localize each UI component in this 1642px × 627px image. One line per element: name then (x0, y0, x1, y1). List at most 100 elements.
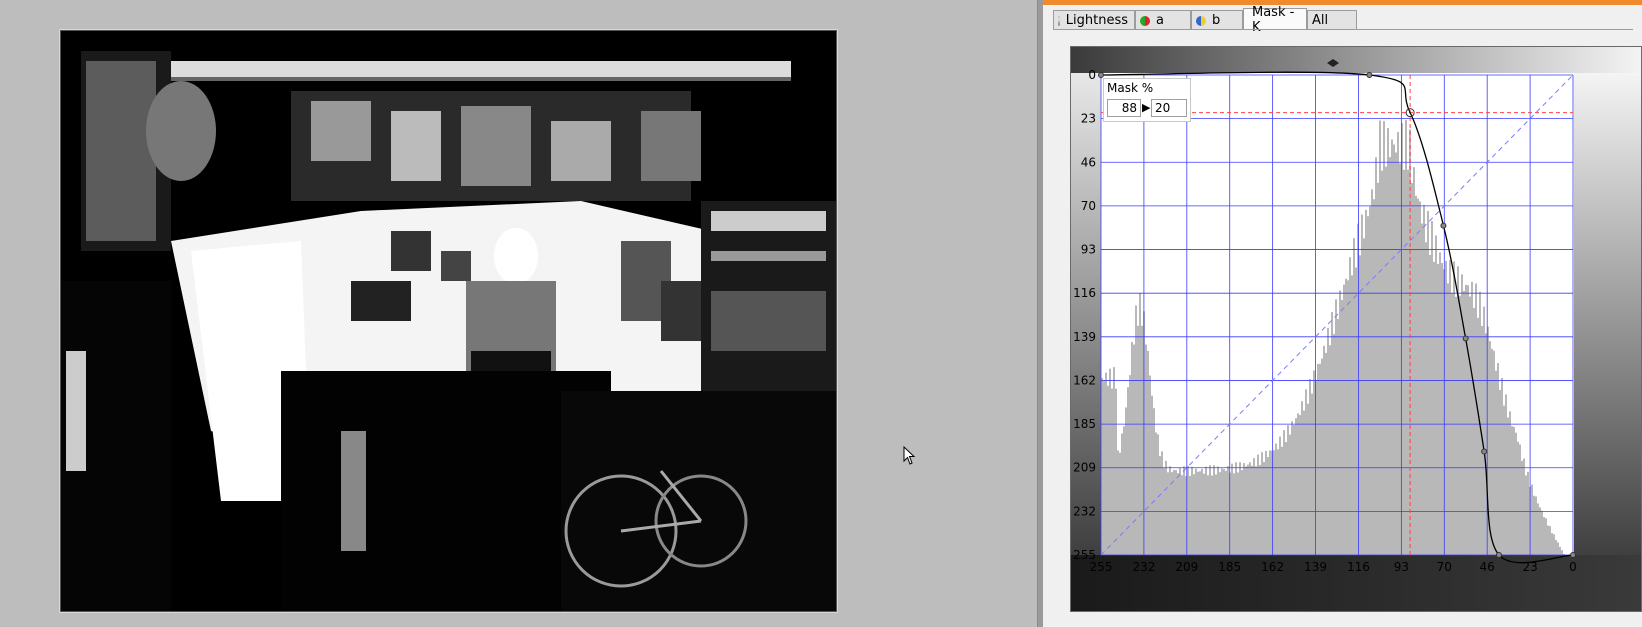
histogram-bar (1507, 417, 1509, 555)
histogram-bar (1181, 475, 1183, 555)
histogram-bar (1329, 345, 1331, 555)
histogram-bar (1551, 533, 1553, 555)
histogram-bar (1267, 457, 1269, 555)
a-channel-icon (1140, 15, 1150, 26)
mask-label: Mask % (1107, 81, 1154, 95)
histogram-bar (1553, 534, 1555, 555)
tab-label: Lightness (1065, 13, 1128, 28)
histogram-bar (1133, 344, 1135, 555)
histogram-bar (1381, 170, 1383, 555)
photo-preview[interactable] (60, 30, 837, 612)
histogram-bar (1321, 358, 1323, 555)
tab-lightness[interactable]: Lightness (1053, 10, 1135, 30)
histogram-bar (1305, 389, 1307, 555)
tab-label: All (1312, 13, 1329, 28)
histogram-bar (1225, 470, 1227, 555)
y-axis-label: 23 (1081, 112, 1096, 126)
y-axis-label: 185 (1073, 417, 1096, 431)
histogram-bar (1425, 242, 1427, 555)
histogram-bar (1213, 465, 1215, 555)
histogram-bar (1467, 285, 1469, 555)
histogram-bar (1199, 471, 1201, 555)
histogram-bar (1403, 169, 1405, 555)
histogram-bar (1345, 278, 1347, 555)
histogram-bar (1313, 370, 1315, 555)
histogram-bar (1347, 280, 1349, 555)
tab-a[interactable]: a (1135, 10, 1191, 30)
image-viewer (0, 0, 1037, 627)
histogram-bar (1317, 363, 1319, 555)
curve-point[interactable] (1440, 222, 1447, 229)
histogram-bar (1175, 470, 1177, 555)
mask-output-field[interactable]: 20 (1151, 99, 1187, 117)
histogram-bar (1417, 198, 1419, 555)
histogram-bar (1307, 403, 1309, 555)
histogram-bar (1231, 463, 1233, 555)
histogram-bar (1279, 436, 1281, 555)
histogram-bar (1559, 546, 1561, 555)
histogram-bar (1245, 466, 1247, 555)
mask-readout: Mask % 88 ▶ 20 (1103, 78, 1191, 122)
histogram-bar (1247, 464, 1249, 555)
tab-all[interactable]: All (1307, 10, 1357, 30)
histogram-bar (1129, 375, 1131, 555)
histogram-bar (1395, 152, 1397, 555)
histogram-bar (1379, 120, 1381, 556)
histogram-bar (1493, 350, 1495, 555)
accent-strip (1043, 0, 1642, 5)
arrow-right-icon: ▶ (1142, 101, 1151, 114)
histogram-bar (1251, 465, 1253, 555)
histogram-bar (1367, 216, 1369, 555)
histogram-bar (1107, 385, 1109, 555)
curve-point[interactable] (1366, 72, 1373, 78)
histogram-bar (1477, 317, 1479, 555)
tab-b[interactable]: b (1191, 10, 1243, 30)
histogram-bar (1431, 221, 1433, 555)
x-axis-label: 209 (1175, 560, 1198, 574)
histogram-bar (1533, 495, 1535, 555)
y-axis-label: 46 (1081, 155, 1096, 169)
histogram-bar (1289, 434, 1291, 555)
histogram-bar (1249, 462, 1251, 555)
histogram-bar (1511, 426, 1513, 555)
histogram-bar (1335, 299, 1337, 555)
histogram-bar (1385, 166, 1387, 555)
histogram-bar (1219, 472, 1221, 555)
mask-input-field[interactable]: 88 (1107, 99, 1141, 117)
curve-point[interactable] (1481, 448, 1488, 455)
histogram-bar (1221, 468, 1223, 555)
histogram-bar (1309, 378, 1311, 555)
x-axis-label: 46 (1480, 560, 1495, 574)
curve-canvas[interactable]: 023467093116139162185209232255 255 232 209… (1071, 47, 1642, 612)
histogram-bar (1167, 472, 1169, 555)
histogram-bar (1343, 284, 1345, 555)
y-axis-label: 139 (1073, 330, 1096, 344)
curve-point[interactable] (1462, 335, 1469, 342)
histogram-bar (1169, 466, 1171, 555)
curve-point[interactable] (1495, 552, 1502, 558)
histogram-bar (1227, 466, 1229, 555)
histogram-bar (1361, 214, 1363, 555)
histogram-bar (1239, 462, 1241, 555)
histogram-bar (1491, 348, 1493, 555)
x-axis-label: 162 (1261, 560, 1284, 574)
histogram-bar (1353, 238, 1355, 555)
tab-divider (1053, 29, 1633, 30)
histogram-bar (1545, 518, 1547, 555)
curve-point[interactable] (1570, 552, 1576, 558)
curve-point[interactable] (1098, 72, 1104, 78)
histogram-bar (1159, 456, 1161, 555)
histogram-bar (1341, 300, 1343, 555)
curve-editor[interactable]: 0 23 46 70 93 116 139 162 185 209 232 255 255 232 209… (1070, 46, 1642, 612)
x-axis-label: 185 (1218, 560, 1241, 574)
histogram-bar (1429, 254, 1431, 555)
histogram-bar (1527, 471, 1529, 555)
histogram-bar (1535, 496, 1537, 555)
histogram-bar (1205, 466, 1207, 555)
histogram-bar (1515, 432, 1517, 555)
tab-mask-k[interactable]: Mask - K (1243, 5, 1307, 35)
histogram-bar (1519, 444, 1521, 555)
histogram-bar (1287, 425, 1289, 555)
histogram-bar (1499, 389, 1501, 555)
histogram-bar (1371, 189, 1373, 555)
